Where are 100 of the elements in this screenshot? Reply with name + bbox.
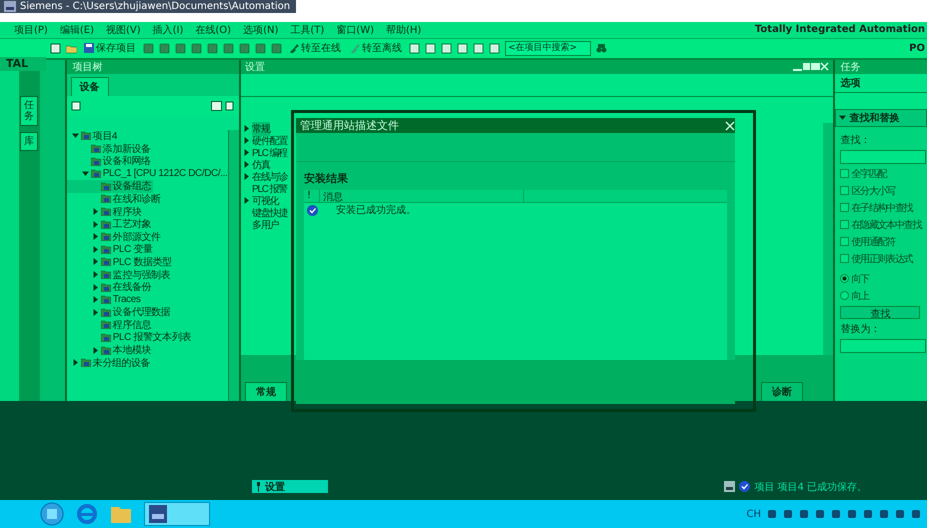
- checkbox[interactable]: [840, 220, 850, 230]
- tree-item[interactable]: PLC 报警文本列表: [66, 331, 193, 344]
- replace-field[interactable]: [840, 338, 926, 353]
- radio-button[interactable]: [840, 291, 850, 300]
- expand-arrow-icon[interactable]: [82, 170, 89, 178]
- expand-arrow-icon[interactable]: [92, 246, 99, 253]
- checkbox-label: 区分大小写: [851, 184, 895, 198]
- tree-item[interactable]: 程序信息: [66, 318, 154, 332]
- expand-arrow-icon[interactable]: [242, 149, 250, 156]
- field-label: 替换为：: [840, 322, 882, 336]
- binoculars-icon[interactable]: [596, 42, 607, 54]
- go-online-button[interactable]: 转至在线: [287, 41, 343, 56]
- expand-arrow-icon[interactable]: [92, 208, 99, 216]
- inspector-tab[interactable]: 常规: [244, 382, 287, 401]
- scrollbar[interactable]: [228, 130, 239, 401]
- expand-arrow-icon[interactable]: [92, 271, 99, 278]
- menu-item[interactable]: 工具(T): [290, 22, 324, 37]
- tree-item[interactable]: 设备和网络: [66, 154, 153, 168]
- expand-arrow-icon[interactable]: [242, 161, 250, 168]
- tree-item[interactable]: 在线和诊断: [66, 192, 163, 206]
- tree-item[interactable]: 未分组的设备: [66, 356, 152, 369]
- radio-button[interactable]: [840, 274, 850, 284]
- checkbox[interactable]: [840, 186, 850, 196]
- find-button[interactable]: 查找: [840, 306, 920, 319]
- tree-item[interactable]: 程序块: [66, 205, 144, 218]
- go-offline-button[interactable]: 转至离线: [348, 41, 404, 56]
- find-replace-header[interactable]: 查找和替换: [835, 108, 927, 127]
- expand-arrow-icon[interactable]: [72, 359, 79, 366]
- folder-icon: [100, 244, 111, 254]
- expand-arrow-icon[interactable]: [839, 114, 846, 122]
- folder-icon: [100, 320, 111, 330]
- expand-arrow-icon[interactable]: [92, 296, 99, 304]
- settings-nav-item[interactable]: PLC 编程: [252, 146, 288, 160]
- expand-arrow-icon[interactable]: [92, 258, 99, 266]
- menu-item[interactable]: 视图(V): [106, 22, 141, 37]
- save-project-button[interactable]: 保存项目: [82, 41, 138, 56]
- side-tab[interactable]: 任务: [20, 96, 38, 126]
- checkbox[interactable]: [840, 203, 850, 212]
- tree-item[interactable]: 外部源文件: [66, 230, 163, 244]
- settings-nav-item[interactable]: 多用户: [252, 218, 278, 232]
- new-device-icon[interactable]: [70, 100, 81, 111]
- panel-header: 项目树: [66, 60, 239, 74]
- tree-item[interactable]: 添加新设备: [66, 142, 153, 155]
- tree-item[interactable]: 工艺对象: [66, 218, 154, 230]
- expand-arrow-icon[interactable]: [92, 308, 99, 316]
- tree-item[interactable]: 本地模块: [66, 344, 154, 356]
- find-field[interactable]: [840, 150, 926, 164]
- settings-nav-item[interactable]: 在线与诊: [252, 170, 288, 184]
- checkbox[interactable]: [840, 169, 850, 178]
- settings-nav-item[interactable]: 键盘快捷: [252, 206, 288, 220]
- export-icon[interactable]: [224, 100, 235, 111]
- search-field[interactable]: <在项目中搜索>: [505, 40, 591, 56]
- settings-nav-item[interactable]: 硬件配置: [252, 134, 288, 148]
- scrollbar[interactable]: [823, 122, 834, 355]
- expand-arrow-icon[interactable]: [72, 132, 79, 140]
- inspector-tab[interactable]: 诊断: [760, 382, 803, 401]
- brand-subtitle: PO: [909, 42, 926, 54]
- settings-nav-item[interactable]: PLC 报警: [252, 182, 288, 196]
- app-taskbar-button[interactable]: [144, 502, 210, 526]
- tree-item[interactable]: Traces: [66, 293, 143, 306]
- checkbox[interactable]: [840, 254, 850, 264]
- tree-item[interactable]: 设备代理数据: [66, 306, 172, 319]
- overview-icon[interactable]: [210, 100, 222, 111]
- tree-item[interactable]: 在线备份: [66, 280, 154, 294]
- maximize-icon[interactable]: [811, 62, 820, 72]
- new-project-icon[interactable]: [50, 42, 61, 54]
- expand-arrow-icon[interactable]: [92, 220, 99, 228]
- browser-icon[interactable]: [76, 503, 98, 526]
- input-language[interactable]: CH: [746, 508, 761, 520]
- tree-item[interactable]: 监控与强制表: [66, 268, 172, 281]
- expand-arrow-icon[interactable]: [92, 233, 99, 240]
- settings-nav-item[interactable]: 仿真: [252, 158, 270, 172]
- restore-icon[interactable]: [802, 62, 812, 72]
- expand-arrow-icon[interactable]: [242, 173, 250, 180]
- expand-arrow-icon[interactable]: [242, 137, 250, 144]
- expand-arrow-icon[interactable]: [92, 284, 99, 291]
- tree-item[interactable]: PLC 变量: [66, 243, 155, 256]
- expand-arrow-icon[interactable]: [242, 125, 250, 132]
- settings-nav-item[interactable]: 常规: [252, 122, 270, 136]
- menu-item[interactable]: 插入(I): [152, 22, 184, 37]
- menu-item[interactable]: 项目(P): [14, 22, 48, 37]
- side-tab[interactable]: 库: [20, 132, 38, 151]
- tree-item[interactable]: PLC 数据类型: [66, 256, 174, 268]
- start-button[interactable]: [40, 502, 64, 526]
- tree-item[interactable]: 设备组态: [66, 180, 154, 193]
- folder-icon: [90, 156, 101, 166]
- expand-arrow-icon[interactable]: [242, 197, 250, 204]
- menu-item[interactable]: 编辑(E): [60, 22, 94, 37]
- menu-item[interactable]: 帮助(H): [386, 22, 422, 37]
- tree-item[interactable]: PLC_1 [CPU 1212C DC/DC/...: [66, 167, 230, 180]
- editor-tab[interactable]: 设置: [252, 480, 328, 494]
- menu-item[interactable]: 在线(O): [195, 22, 232, 37]
- menu-item[interactable]: 选项(N): [243, 22, 278, 37]
- checkbox[interactable]: [840, 237, 850, 246]
- expand-arrow-icon[interactable]: [92, 346, 99, 354]
- settings-nav-item[interactable]: 可视化: [252, 194, 278, 208]
- tree-item[interactable]: 项目4: [66, 130, 120, 142]
- column-header: !: [304, 190, 320, 202]
- devices-tab[interactable]: 设备: [70, 76, 109, 96]
- menu-item[interactable]: 窗口(W): [336, 22, 374, 37]
